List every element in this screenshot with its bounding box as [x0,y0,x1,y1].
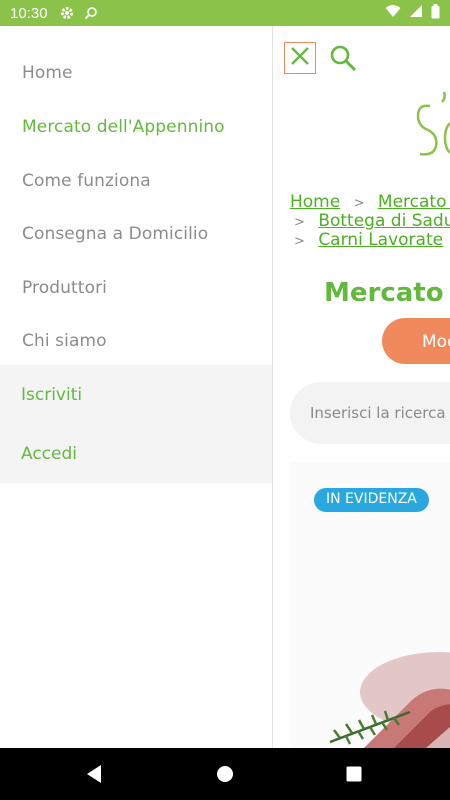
drawer-item-home[interactable]: Home [22,63,73,83]
status-time: 10:30 [10,4,48,22]
drawer-item-produttori[interactable]: Produttori [22,278,107,298]
page-title: Mercato dell'Appennino [324,278,450,308]
login-link[interactable]: Accedi [21,444,77,464]
breadcrumb-bottega[interactable]: Bottega di Saduria [318,211,450,231]
breadcrumb-separator-icon: > [353,196,365,211]
breadcrumb-separator-icon: > [294,234,305,249]
mode-button[interactable]: Modalità [382,318,450,364]
breadcrumb-mercato[interactable]: Mercato dell'Appennino [378,192,450,212]
breadcrumb-separator-icon: > [294,215,305,230]
search-button[interactable] [329,44,357,76]
navigation-drawer: Home Mercato dell'Appennino Come funzion… [0,26,273,748]
site-logo[interactable] [414,88,450,168]
search-icon [329,45,357,76]
search-input[interactable]: Inserisci la ricerca [290,382,450,444]
close-icon [289,45,311,71]
recents-button[interactable] [345,764,363,788]
settings-icon [60,6,74,20]
signup-link[interactable]: Iscriviti [21,385,82,405]
product-image [290,612,450,748]
recents-square-icon [345,766,363,788]
main-content: Home > Mercato dell'Appennino > Bottega … [274,26,450,748]
signal-icon [409,4,423,22]
drawer-item-consegna[interactable]: Consegna a Domicilio [22,224,208,244]
drawer-auth-section: Iscriviti Accedi [0,365,272,483]
back-triangle-icon [85,765,103,788]
breadcrumb-carni[interactable]: Carni Lavorate [318,230,443,250]
system-navigation-bar [0,748,450,800]
status-bar: 10:30 [0,0,450,26]
close-drawer-button[interactable] [284,42,316,74]
battery-icon [431,3,440,23]
breadcrumb: Home > Mercato dell'Appennino > Bottega … [290,192,450,250]
breadcrumb-home[interactable]: Home [290,192,340,212]
back-button[interactable] [85,764,103,788]
product-card[interactable]: IN EVIDENZA [290,462,450,748]
featured-badge: IN EVIDENZA [314,488,429,512]
drawer-item-chi-siamo[interactable]: Chi siamo [22,331,107,351]
search-icon [84,6,98,20]
home-circle-icon [216,766,234,788]
home-button[interactable] [216,764,234,788]
wifi-icon [385,4,401,22]
drawer-item-mercato[interactable]: Mercato dell'Appennino [22,117,225,137]
drawer-item-come-funziona[interactable]: Come funziona [22,171,151,191]
